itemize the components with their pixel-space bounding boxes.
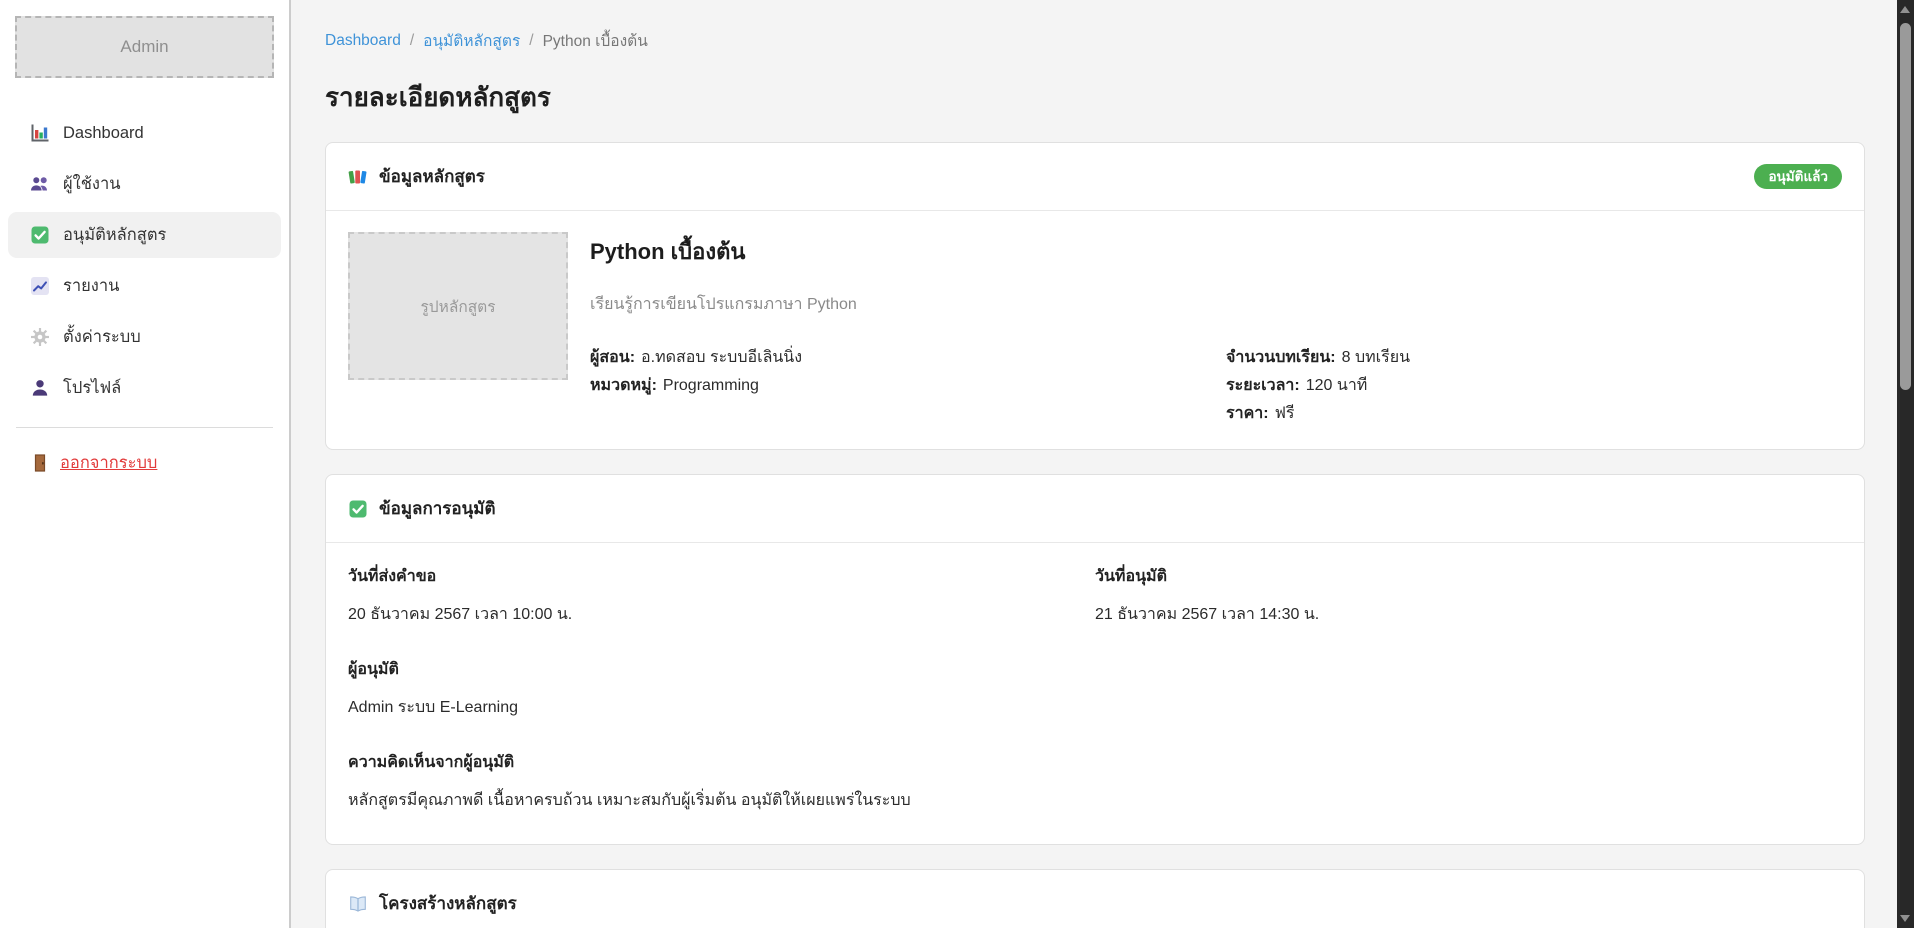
scrollbar-up-arrow-icon[interactable]: [1900, 6, 1910, 13]
breadcrumb-separator: /: [410, 32, 414, 50]
main-content: Dashboard / อนุมัติหลักสูตร / Python เบื…: [293, 0, 1897, 928]
instructor-value: อ.ทดสอบ ระบบอีเลินนิ่ง: [641, 349, 802, 366]
price-line: ราคา: ฟรี: [1226, 400, 1842, 428]
instructor-line: ผู้สอน: อ.ทดสอบ ระบบอีเลินนิ่ง: [590, 344, 1206, 372]
logout-link[interactable]: ออกจากระบบ: [30, 450, 157, 476]
approval-card-body: วันที่ส่งคำขอ 20 ธันวาคม 2567 เวลา 10:00…: [326, 543, 1864, 844]
sidebar-item-reports[interactable]: รายงาน: [8, 263, 281, 309]
check-box-icon: [348, 499, 368, 519]
sidebar-item-label: Dashboard: [63, 124, 144, 143]
breadcrumb: Dashboard / อนุมัติหลักสูตร / Python เบื…: [325, 28, 1865, 53]
sidebar-item-label: อนุมัติหลักสูตร: [63, 222, 166, 248]
sidebar-item-profile[interactable]: โปรไฟล์: [8, 365, 281, 411]
sidebar-item-dashboard[interactable]: Dashboard: [8, 110, 281, 156]
approver-comment-value: หลักสูตรมีคุณภาพดี เนื้อหาครบถ้วน เหมาะส…: [348, 788, 1842, 813]
sidebar-item-users[interactable]: ผู้ใช้งาน: [8, 161, 281, 207]
request-date-group: วันที่ส่งคำขอ 20 ธันวาคม 2567 เวลา 10:00…: [348, 564, 1095, 627]
sidebar-nav: Dashboard ผู้ใช้งาน อนุมัติหลักสูตร รายง…: [0, 110, 289, 411]
sidebar: Admin Dashboard ผู้ใช้งาน อนุมัติหลักสูต…: [0, 0, 291, 928]
users-icon: [30, 174, 50, 194]
approval-card-header: ข้อมูลการอนุมัติ: [326, 475, 1864, 543]
approval-info-card: ข้อมูลการอนุมัติ วันที่ส่งคำขอ 20 ธันวาค…: [325, 474, 1865, 845]
check-box-icon: [30, 225, 50, 245]
approver-value: Admin ระบบ E-Learning: [348, 695, 1842, 720]
open-book-icon: [348, 894, 368, 914]
bar-chart-icon: [30, 123, 50, 143]
approve-date-value: 21 ธันวาคม 2567 เวลา 14:30 น.: [1095, 602, 1842, 627]
course-image-placeholder: รูปหลักสูตร: [348, 232, 568, 380]
duration-label: ระยะเวลา:: [1226, 377, 1300, 394]
course-description: เรียนรู้การเขียนโปรแกรมภาษา Python: [590, 292, 1842, 317]
sidebar-item-label: ผู้ใช้งาน: [63, 171, 121, 197]
request-date-label: วันที่ส่งคำขอ: [348, 564, 1095, 589]
duration-value: 120 นาที: [1306, 377, 1368, 394]
instructor-label: ผู้สอน:: [590, 349, 635, 366]
lessons-label: จำนวนบทเรียน:: [1226, 349, 1336, 366]
course-card-title: ข้อมูลหลักสูตร: [379, 163, 485, 190]
approver-comment-group: ความคิดเห็นจากผู้อนุมัติ หลักสูตรมีคุณภา…: [348, 750, 1842, 813]
approve-date-label: วันที่อนุมัติ: [1095, 564, 1842, 589]
status-badge: อนุมัติแล้ว: [1754, 164, 1842, 190]
course-card-body: รูปหลักสูตร Python เบื้องต้น เรียนรู้การ…: [326, 211, 1864, 449]
approval-card-title: ข้อมูลการอนุมัติ: [379, 495, 496, 522]
structure-card-title: โครงสร้างหลักสูตร: [379, 890, 517, 917]
logout-label: ออกจากระบบ: [60, 450, 157, 476]
course-meta-left: ผู้สอน: อ.ทดสอบ ระบบอีเลินนิ่ง หมวดหมู่: P…: [590, 344, 1206, 428]
course-info-card: ข้อมูลหลักสูตร อนุมัติแล้ว รูปหลักสูตร P…: [325, 142, 1865, 450]
approver-group: ผู้อนุมัติ Admin ระบบ E-Learning: [348, 657, 1842, 720]
request-date-value: 20 ธันวาคม 2567 เวลา 10:00 น.: [348, 602, 1095, 627]
course-image-label: รูปหลักสูตร: [420, 294, 495, 319]
lessons-value: 8 บทเรียน: [1342, 349, 1410, 366]
brand-text: Admin: [120, 37, 168, 57]
category-line: หมวดหมู่: Programming: [590, 372, 1206, 400]
breadcrumb-dashboard-link[interactable]: Dashboard: [325, 32, 401, 50]
price-label: ราคา:: [1226, 405, 1269, 422]
sidebar-item-label: ตั้งค่าระบบ: [63, 324, 141, 350]
chart-increasing-icon: [30, 276, 50, 296]
course-title: Python เบื้องต้น: [590, 234, 1842, 269]
sidebar-item-label: โปรไฟล์: [63, 375, 121, 401]
books-icon: [348, 167, 368, 187]
approver-comment-label: ความคิดเห็นจากผู้อนุมัติ: [348, 750, 1842, 775]
person-icon: [30, 378, 50, 398]
brand-logo-placeholder: Admin: [15, 16, 274, 78]
course-structure-card: โครงสร้างหลักสูตร: [325, 869, 1865, 928]
sidebar-item-course-approval[interactable]: อนุมัติหลักสูตร: [8, 212, 281, 258]
gear-icon: [30, 327, 50, 347]
structure-card-header: โครงสร้างหลักสูตร: [326, 870, 1864, 928]
door-icon: [30, 453, 50, 473]
scrollbar: [1897, 0, 1914, 928]
page-title: รายละเอียดหลักสูตร: [325, 77, 1865, 118]
approve-date-group: วันที่อนุมัติ 21 ธันวาคม 2567 เวลา 14:30…: [1095, 564, 1842, 627]
duration-line: ระยะเวลา: 120 นาที: [1226, 372, 1842, 400]
scrollbar-thumb[interactable]: [1900, 23, 1911, 390]
breadcrumb-separator: /: [529, 32, 533, 50]
approver-label: ผู้อนุมัติ: [348, 657, 1842, 682]
course-meta-right: จำนวนบทเรียน: 8 บทเรียน ระยะเวลา: 120 นาที…: [1226, 344, 1842, 428]
category-label: หมวดหมู่:: [590, 377, 657, 394]
breadcrumb-section-link[interactable]: อนุมัติหลักสูตร: [423, 28, 520, 53]
scrollbar-down-arrow-icon[interactable]: [1900, 915, 1910, 922]
category-value: Programming: [663, 377, 759, 394]
course-card-header: ข้อมูลหลักสูตร อนุมัติแล้ว: [326, 143, 1864, 211]
lessons-line: จำนวนบทเรียน: 8 บทเรียน: [1226, 344, 1842, 372]
sidebar-divider: [16, 427, 273, 428]
price-value: ฟรี: [1275, 405, 1295, 422]
sidebar-item-label: รายงาน: [63, 273, 119, 299]
breadcrumb-current: Python เบื้องต้น: [543, 28, 648, 53]
sidebar-item-settings[interactable]: ตั้งค่าระบบ: [8, 314, 281, 360]
